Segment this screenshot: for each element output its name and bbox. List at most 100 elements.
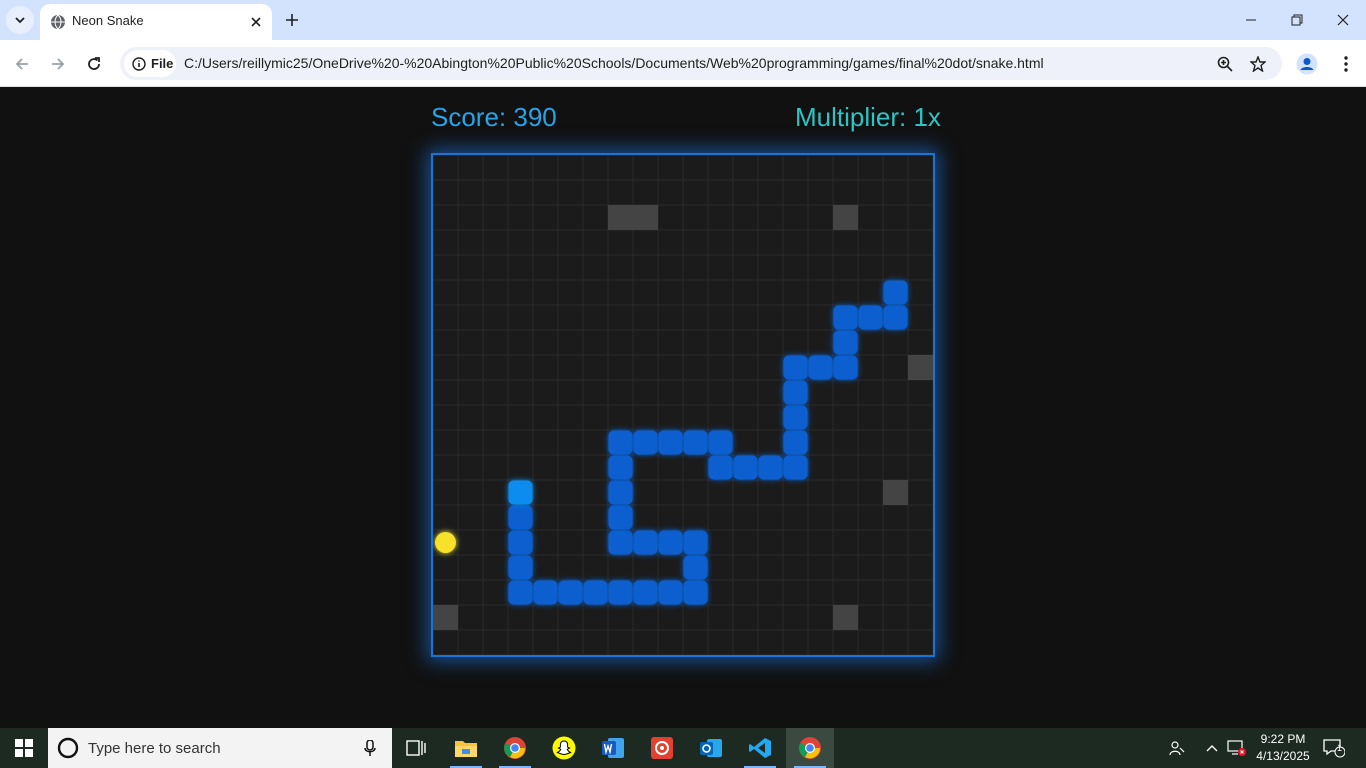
address-bar[interactable]: File C:/Users/reillymic25/OneDrive%20-%2… [120,47,1282,80]
snake-segment [683,530,708,555]
system-clock[interactable]: 9:22 PM 4/13/2025 [1250,731,1316,765]
snake-segment [633,430,658,455]
browser-tab[interactable]: Neon Snake [40,4,272,40]
taskbar-chrome[interactable] [491,728,539,768]
close-icon [1337,14,1349,26]
snake-segment [533,580,558,605]
snake-segment [608,580,633,605]
zoom-icon [1217,56,1233,72]
browser-toolbar: File C:/Users/reillymic25/OneDrive%20-%2… [0,40,1366,87]
snake-segment [508,555,533,580]
clock-time: 9:22 PM [1260,732,1306,746]
snake-segment [658,580,683,605]
zoom-button[interactable] [1213,52,1237,76]
snake-segment [683,580,708,605]
taskbar-vscode[interactable] [736,728,784,768]
snake-segment [683,555,708,580]
vscode-icon [749,738,771,758]
show-hidden-icons-button[interactable] [1200,736,1224,760]
taskbar-search[interactable]: Type here to search [48,728,392,768]
gear-badge-icon [651,737,673,759]
taskbar-chrome-active[interactable] [786,728,834,768]
obstacle-block [833,605,858,630]
bookmark-button[interactable] [1246,52,1270,76]
clock-date: 4/13/2025 [1256,749,1310,763]
tab-title: Neon Snake [72,13,144,28]
obstacle-block [633,205,658,230]
close-icon [251,17,261,27]
taskbar-file-explorer[interactable] [442,728,490,768]
snake-segment [858,305,883,330]
snake-segment [508,505,533,530]
close-window-button[interactable] [1320,0,1366,40]
obstacle-block [833,205,858,230]
info-icon [132,56,146,71]
minimize-button[interactable] [1228,0,1274,40]
food-pellet [435,532,456,553]
microphone-icon[interactable] [364,740,376,757]
snake-segment [833,330,858,355]
snake-segment [783,380,808,405]
snake-segment [783,405,808,430]
cortana-icon [57,737,79,759]
snake-segment [608,505,633,530]
snake-head [508,480,533,505]
search-placeholder: Type here to search [88,740,221,757]
snake-segment [633,530,658,555]
snake-segment [608,455,633,480]
chevron-down-icon [15,17,25,24]
snake-segment [658,430,683,455]
action-center-button[interactable]: 1 [1322,736,1346,760]
browser-titlebar: Neon Snake [0,0,1366,40]
snapchat-icon [552,736,576,760]
snake-segment [808,355,833,380]
snake-segment [633,580,658,605]
tab-close-button[interactable] [246,12,266,32]
outlook-icon [700,739,722,757]
obstacle-block [608,205,633,230]
restore-button[interactable] [1274,0,1320,40]
game-canvas[interactable] [433,155,933,655]
snake-segment [783,430,808,455]
url-text[interactable]: C:/Users/reillymic25/OneDrive%20-%20Abin… [184,55,1044,71]
snake-segment [733,455,758,480]
chevron-up-icon [1206,745,1218,752]
snake-segment [508,580,533,605]
back-button[interactable] [8,50,36,78]
snake-segment [708,430,733,455]
windows-logo-icon [15,739,33,757]
forward-button[interactable] [44,50,72,78]
task-view-button[interactable] [392,728,440,768]
snake-segment [783,355,808,380]
game-page: Score: 390 Multiplier: 1x [0,88,1366,728]
taskbar-outlook[interactable] [687,728,735,768]
network-warning-icon [1227,740,1246,756]
start-button[interactable] [0,728,48,768]
minimize-icon [1246,19,1256,21]
profile-button[interactable] [1293,50,1321,78]
menu-button[interactable] [1332,50,1360,78]
network-button[interactable] [1225,736,1249,760]
taskbar-app-red[interactable] [638,728,686,768]
taskbar-word[interactable] [589,728,637,768]
new-tab-button[interactable] [280,8,304,32]
reload-icon [88,57,100,70]
snake-segment [683,430,708,455]
snake-segment [833,305,858,330]
people-icon [1169,741,1185,756]
chrome-icon [799,737,821,759]
star-icon [1250,56,1266,72]
snake-segment [558,580,583,605]
snake-segment [758,455,783,480]
game-board[interactable] [431,153,935,657]
avatar-icon [1296,53,1318,75]
more-vertical-icon [1344,56,1348,72]
word-icon [602,738,624,758]
people-button[interactable] [1165,736,1189,760]
taskbar-snapchat[interactable] [540,728,588,768]
site-info-chip[interactable]: File [124,50,176,77]
tab-search-button[interactable] [6,6,34,34]
snake-segment [508,530,533,555]
snake-segment [708,455,733,480]
reload-button[interactable] [80,50,108,78]
